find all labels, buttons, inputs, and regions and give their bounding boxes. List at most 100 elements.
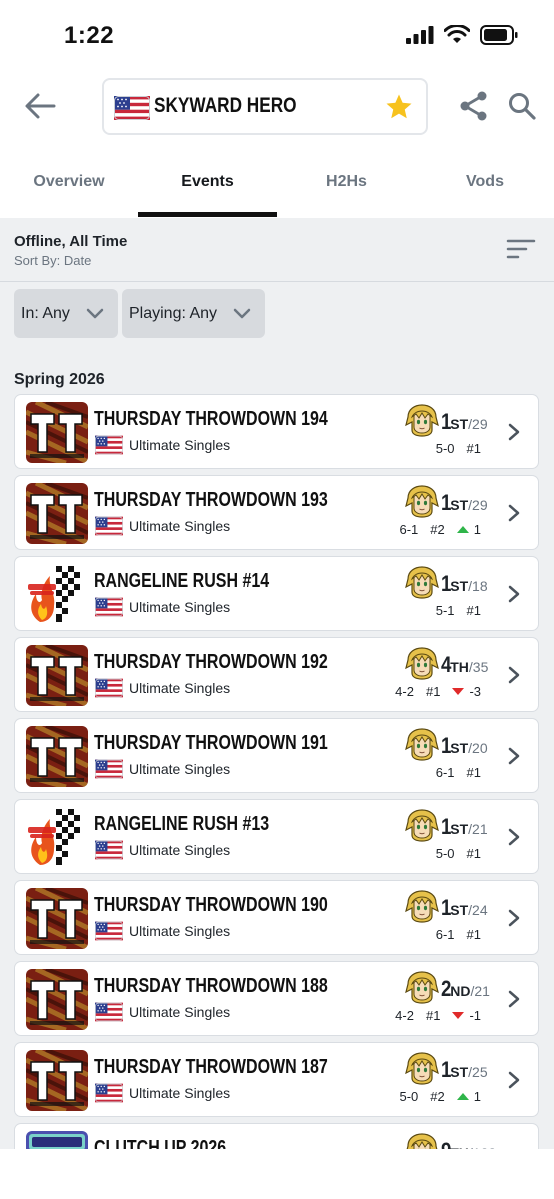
event-placement: 1ST/29	[441, 490, 488, 516]
player-name-box[interactable]: SKYWARD HERO	[102, 78, 428, 135]
in-dropdown[interactable]: In: Any	[14, 289, 118, 338]
character-icon	[405, 484, 439, 523]
event-placement: 1ST/18	[441, 571, 488, 597]
event-stats: 5-1 #1	[436, 603, 481, 618]
character-icon	[405, 1051, 439, 1090]
event-name: THURSDAY THROWDOWN 194	[94, 408, 328, 430]
placement-suffix: ST	[450, 740, 469, 756]
favorite-button[interactable]	[384, 92, 414, 127]
seed-delta: 1	[456, 1089, 481, 1104]
back-button[interactable]	[22, 88, 58, 124]
placement-number: 1	[441, 733, 452, 758]
share-button[interactable]	[458, 90, 490, 127]
seed-delta: 1	[456, 522, 481, 537]
event-record: 5-0	[435, 846, 455, 861]
event-card[interactable]: THURSDAY THROWDOWN 192 Ultimate Singles …	[14, 637, 539, 712]
event-game: Ultimate Singles	[129, 599, 231, 615]
event-logo	[26, 645, 88, 706]
event-name: THURSDAY THROWDOWN 187	[94, 1056, 328, 1078]
placement-total: /29	[468, 416, 488, 432]
search-button[interactable]	[506, 90, 538, 127]
active-tab-indicator	[138, 212, 277, 217]
placement-suffix: ST	[450, 821, 469, 837]
event-stats: 6-1 #2 1	[400, 522, 482, 537]
event-card[interactable]: THURSDAY THROWDOWN 193 Ultimate Singles …	[14, 475, 539, 550]
event-card[interactable]: RANGELINE RUSH #13 Ultimate Singles 1ST/…	[14, 799, 539, 874]
event-card[interactable]: THURSDAY THROWDOWN 187 Ultimate Singles …	[14, 1042, 539, 1117]
event-seed: #1	[466, 846, 481, 861]
arrow-down-icon	[452, 1012, 465, 1019]
event-card[interactable]: CLUTCH UP 2026 9TH/128	[14, 1123, 539, 1149]
event-stats: 6-1 #1	[436, 765, 481, 780]
character-icon	[405, 565, 439, 604]
placement-total: /35	[468, 659, 489, 675]
chevron-down-icon	[86, 308, 104, 319]
event-placement: 1ST/21	[441, 814, 488, 840]
event-placement: 1ST/29	[441, 409, 488, 435]
player-name: SKYWARD HERO	[154, 94, 297, 117]
event-name: THURSDAY THROWDOWN 191	[94, 732, 328, 754]
placement-number: 9	[441, 1138, 451, 1149]
event-placement: 1ST/24	[441, 895, 488, 921]
us-flag-icon	[95, 840, 123, 865]
event-card[interactable]: THURSDAY THROWDOWN 191 Ultimate Singles …	[14, 718, 539, 793]
event-name: CLUTCH UP 2026	[94, 1137, 227, 1149]
chevron-right-icon	[506, 665, 522, 690]
chevron-down-icon	[233, 308, 251, 319]
arrow-up-icon	[456, 526, 469, 533]
tab-vods[interactable]: Vods	[416, 146, 554, 218]
event-card[interactable]: THURSDAY THROWDOWN 188 Ultimate Singles …	[14, 961, 539, 1036]
seed-delta: -1	[452, 1008, 481, 1023]
event-game: Ultimate Singles	[129, 1085, 231, 1101]
playing-dropdown[interactable]: Playing: Any	[122, 289, 265, 338]
search-icon	[509, 93, 536, 120]
event-card[interactable]: THURSDAY THROWDOWN 190 Ultimate Singles …	[14, 880, 539, 955]
seed-delta-value: -1	[469, 1008, 481, 1023]
us-flag-icon	[95, 516, 123, 541]
tab-events[interactable]: Events	[138, 146, 277, 218]
event-stats: 5-0 #1	[436, 441, 481, 456]
filter-title: Offline, All Time	[14, 233, 128, 250]
event-logo	[26, 402, 88, 463]
event-record: 5-0	[435, 441, 455, 456]
status-icons	[406, 25, 518, 45]
sort-button[interactable]	[506, 238, 536, 265]
seed-delta: -3	[452, 684, 481, 699]
season-heading: Spring 2026	[14, 371, 105, 388]
placement-number: 1	[441, 895, 452, 920]
playing-dropdown-label: Playing: Any	[129, 304, 218, 322]
us-flag-icon	[114, 96, 150, 120]
event-card[interactable]: RANGELINE RUSH #14 Ultimate Singles 1ST/…	[14, 556, 539, 631]
placement-total: /21	[470, 983, 490, 999]
placement-number: 2	[441, 976, 452, 1001]
tab-overview[interactable]: Overview	[0, 146, 138, 218]
event-stats: 5-0 #2 1	[400, 1089, 482, 1104]
character-icon	[405, 970, 439, 1009]
chevron-right-icon	[506, 422, 522, 447]
event-record: 4-2	[395, 1008, 414, 1023]
event-record: 5-0	[399, 1089, 419, 1104]
chevron-right-icon	[506, 503, 522, 528]
event-placement: 1ST/25	[441, 1057, 488, 1083]
us-flag-icon	[95, 597, 123, 622]
wifi-icon	[444, 25, 470, 43]
battery-icon	[480, 25, 518, 45]
placement-total: /21	[468, 821, 488, 837]
placement-suffix: ST	[450, 578, 469, 594]
character-icon	[405, 727, 439, 766]
arrow-up-icon	[456, 1093, 469, 1100]
event-placement: 9TH/128	[441, 1138, 496, 1149]
placement-total: /18	[468, 578, 488, 594]
event-name: RANGELINE RUSH #14	[94, 570, 270, 592]
event-card[interactable]: THURSDAY THROWDOWN 194 Ultimate Singles …	[14, 394, 539, 469]
chevron-right-icon	[506, 746, 522, 771]
event-logo	[26, 564, 88, 625]
event-logo	[26, 483, 88, 544]
tab-h2hs[interactable]: H2Hs	[277, 146, 416, 218]
us-flag-icon	[95, 678, 123, 703]
placement-suffix: ST	[450, 1064, 469, 1080]
event-record: 4-2	[395, 684, 414, 699]
event-seed: #1	[466, 765, 481, 780]
event-seed: #1	[466, 441, 481, 456]
event-game: Ultimate Singles	[129, 923, 231, 939]
